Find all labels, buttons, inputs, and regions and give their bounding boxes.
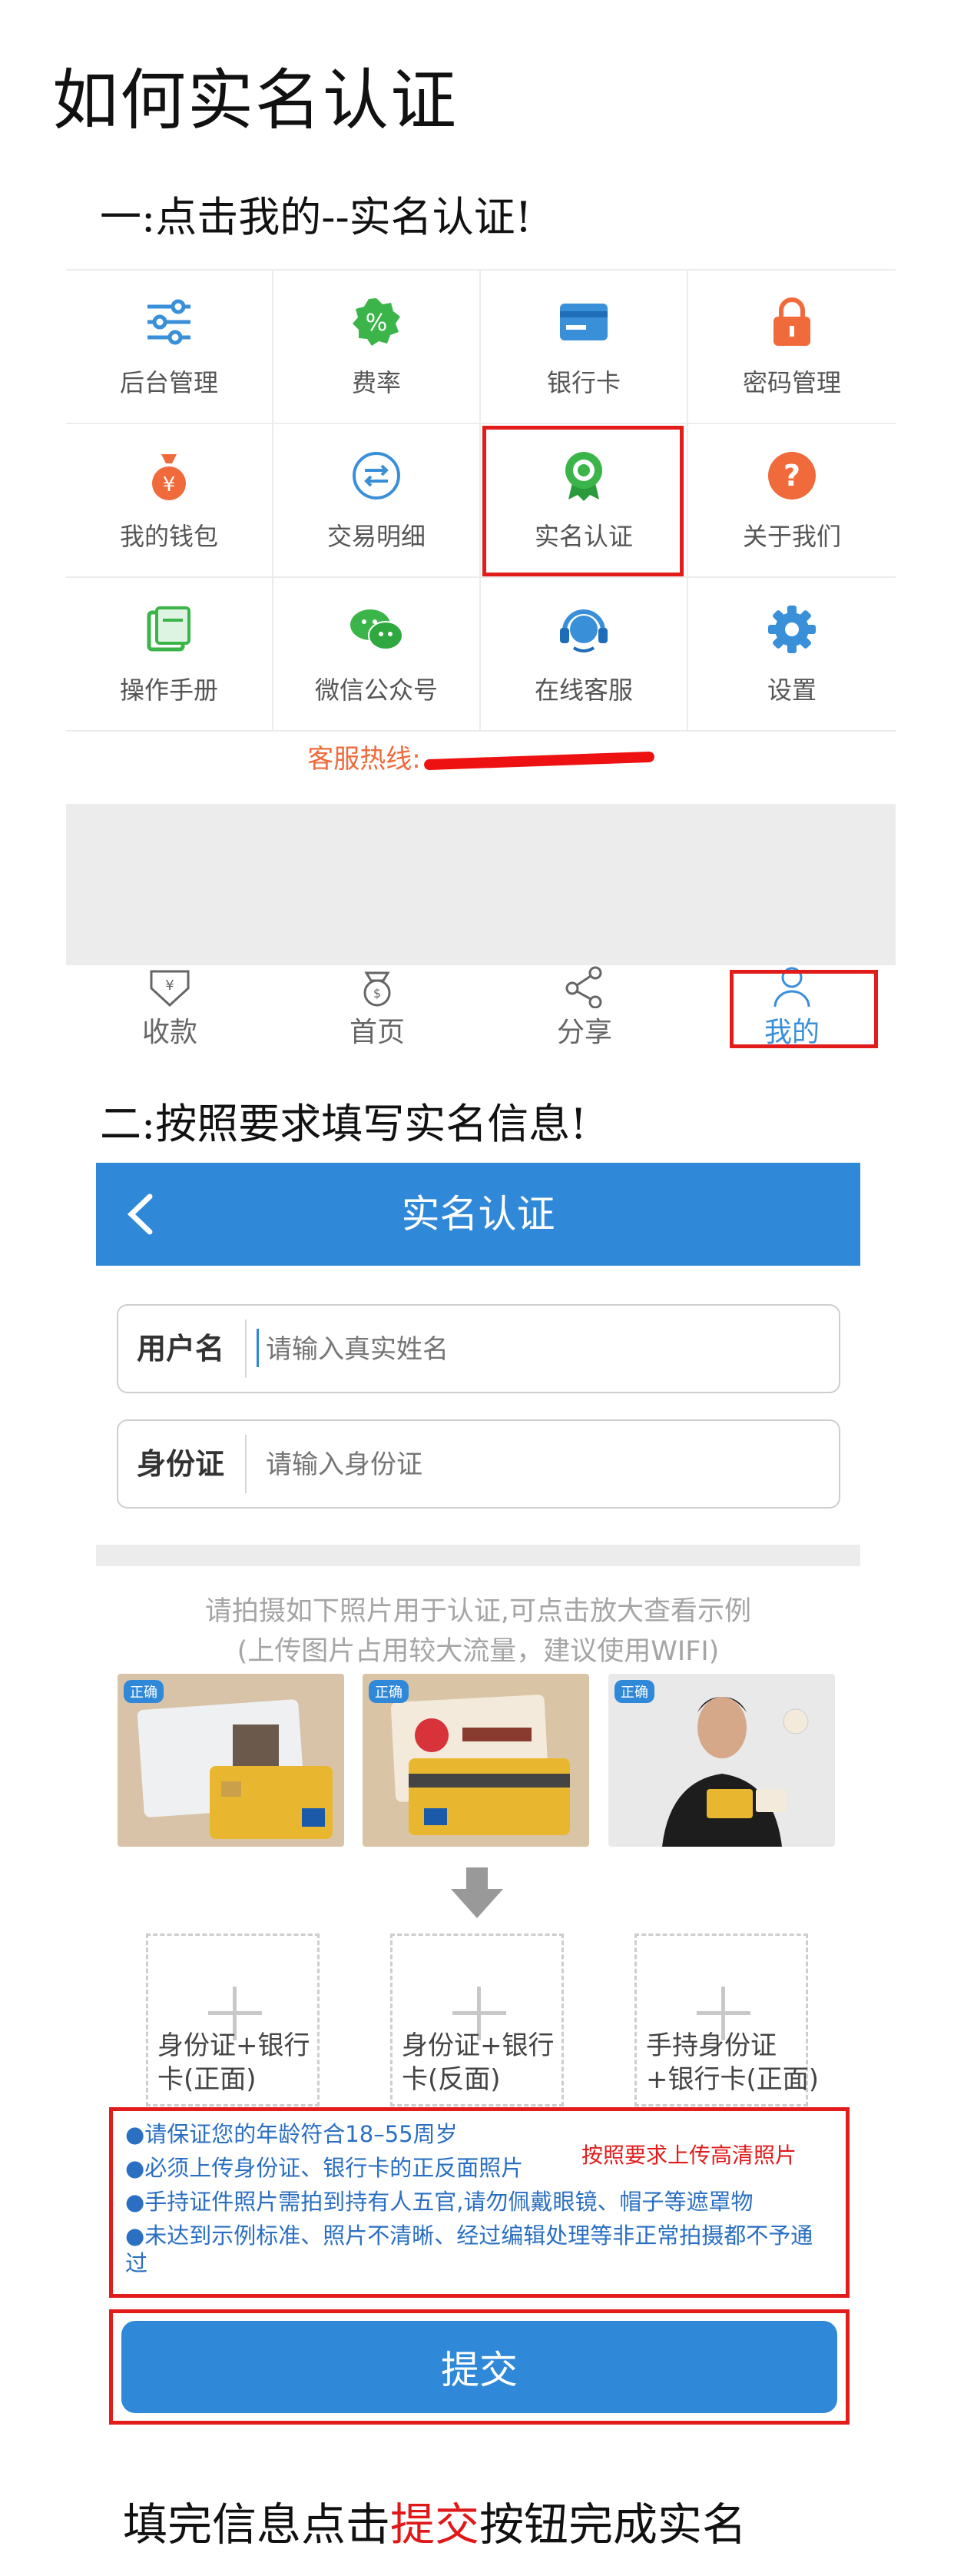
gear-icon <box>764 602 820 657</box>
menu-item-bank-card[interactable]: 银行卡 <box>481 271 688 424</box>
menu-item-about[interactable]: ? 关于我们 <box>688 424 896 578</box>
step-one-heading: 一:点击我的--实名认证! <box>100 193 532 241</box>
instruction-text: 按钮完成实名 <box>479 2498 747 2551</box>
headset-icon <box>556 602 611 657</box>
photo-hint: 请拍摄如下照片用于认证,可点击放大查看示例 <box>204 1596 752 1627</box>
down-arrow-icon <box>451 1867 503 1918</box>
tab-share[interactable]: 分享 <box>481 965 688 1050</box>
requirement-note: ●未达到示例标准、照片不清晰、经过编辑处理等非正常拍摄都不予通过 <box>125 2222 813 2276</box>
requirement-note: ●必须上传身份证、银行卡的正反面照片 <box>125 2155 524 2181</box>
verify-header-title: 实名认证 <box>401 1192 555 1237</box>
menu-label: 交易明细 <box>326 522 426 551</box>
correct-badge: 正确 <box>614 1680 654 1703</box>
menu-label: 我的钱包 <box>119 522 218 551</box>
question-icon: ? <box>764 448 820 503</box>
hotline-label: 客服热线: <box>307 744 421 775</box>
field-separator <box>245 1320 247 1378</box>
id-label: 身份证 <box>137 1447 225 1481</box>
menu-item-settings[interactable]: 设置 <box>688 578 896 732</box>
menu-label: 在线客服 <box>534 676 633 705</box>
instruction-text: 填完信息点击 <box>123 2498 391 2551</box>
requirement-note: ●请保证您的年龄符合18–55周岁 <box>125 2121 458 2147</box>
real-name-highlight-box <box>482 426 684 576</box>
menu-item-support[interactable]: 在线客服 <box>481 578 688 732</box>
svg-text:¥: ¥ <box>165 978 174 994</box>
correct-badge: 正确 <box>124 1680 164 1703</box>
menu-label: 银行卡 <box>546 368 621 397</box>
my-menu-grid: 后台管理 % 费率 银行卡 密码管理 ¥ 我的钱包 交易明细 实名认证 ? 关于… <box>66 269 896 732</box>
upload-label: 手持身份证 +银行卡(正面) <box>646 2030 820 2095</box>
sample-photo-id-back[interactable]: 正确 <box>363 1674 589 1847</box>
sample-photo-id-front[interactable]: 正确 <box>118 1674 344 1847</box>
id-field: 身份证 <box>117 1419 840 1509</box>
menu-label: 费率 <box>351 368 401 397</box>
traffic-hint: (上传图片占用较大流量，建议使用WIFI) <box>237 1636 720 1667</box>
exchange-icon <box>349 448 404 503</box>
lock-icon <box>764 294 820 350</box>
submit-button[interactable]: 提交 <box>121 2321 837 2413</box>
percent-badge-icon: % <box>349 294 404 350</box>
bank-card-icon <box>556 294 611 350</box>
svg-text:$: $ <box>373 986 381 1001</box>
instruction-highlight: 提交 <box>390 2498 480 2551</box>
menu-item-manual[interactable]: 操作手册 <box>66 578 273 732</box>
sliders-icon <box>141 294 197 350</box>
verify-header: 实名认证 <box>96 1163 860 1266</box>
money-bag-icon: ¥ <box>141 448 197 503</box>
tab-label: 收款 <box>141 1017 197 1048</box>
menu-label: 设置 <box>767 676 817 705</box>
menu-item-wallet[interactable]: ¥ 我的钱包 <box>66 424 273 578</box>
upload-label: 身份证+银行 卡(反面) <box>402 2030 555 2095</box>
service-hotline: 客服热线: <box>66 738 896 775</box>
menu-label: 关于我们 <box>742 522 841 551</box>
submit-highlight-box: 提交 <box>109 2309 850 2425</box>
sample-photo-hand-held[interactable]: 正确 <box>608 1674 835 1847</box>
tab-label: 首页 <box>349 1017 405 1048</box>
gray-band <box>66 804 896 965</box>
share-icon <box>565 966 602 1008</box>
upload-hd-note: 按照要求上传高清照片 <box>581 2143 797 2168</box>
id-input[interactable] <box>264 1436 820 1493</box>
receive-money-icon: ¥ <box>150 970 190 1007</box>
menu-item-rate[interactable]: % 费率 <box>273 271 481 424</box>
step-two-heading: 二:按照要求填写实名信息! <box>100 1100 587 1148</box>
menu-item-wechat[interactable]: 微信公众号 <box>273 578 481 732</box>
field-separator <box>245 1435 247 1493</box>
tab-label: 分享 <box>556 1017 612 1048</box>
menu-item-password[interactable]: 密码管理 <box>688 271 896 424</box>
text-caret <box>257 1329 259 1367</box>
menu-label: 微信公众号 <box>314 676 438 705</box>
menu-label: 密码管理 <box>742 368 841 397</box>
menu-item-transactions[interactable]: 交易明细 <box>273 424 481 578</box>
username-input[interactable] <box>264 1321 820 1378</box>
tab-home[interactable]: $ 首页 <box>273 965 481 1050</box>
home-money-icon: $ <box>363 971 391 1007</box>
section-divider <box>96 1545 860 1566</box>
svg-text:¥: ¥ <box>163 473 176 496</box>
requirements-box: ●请保证您的年龄符合18–55周岁 ●必须上传身份证、银行卡的正反面照片 ●手持… <box>109 2107 850 2298</box>
requirement-note: ●手持证件照片需拍到持有人五官,请勿佩戴眼镜、帽子等遮罩物 <box>125 2189 754 2215</box>
username-label: 用户名 <box>137 1332 225 1366</box>
manual-icon <box>141 602 197 657</box>
page-title: 如何实名认证 <box>52 62 458 139</box>
bottom-instruction: 填完信息点击提交按钮完成实名 <box>123 2488 747 2553</box>
redacted-phone <box>423 751 654 770</box>
menu-label: 操作手册 <box>119 676 218 705</box>
correct-badge: 正确 <box>369 1680 409 1703</box>
svg-text:%: % <box>366 310 388 337</box>
tab-receive[interactable]: ¥ 收款 <box>66 965 273 1050</box>
svg-text:?: ? <box>783 459 800 493</box>
username-field: 用户名 <box>117 1304 840 1393</box>
upload-label: 身份证+银行 卡(正面) <box>157 2030 310 2095</box>
mine-tab-highlight-box <box>730 970 878 1048</box>
wechat-icon <box>349 602 404 657</box>
menu-item-backend[interactable]: 后台管理 <box>66 271 273 424</box>
menu-label: 后台管理 <box>119 368 218 397</box>
